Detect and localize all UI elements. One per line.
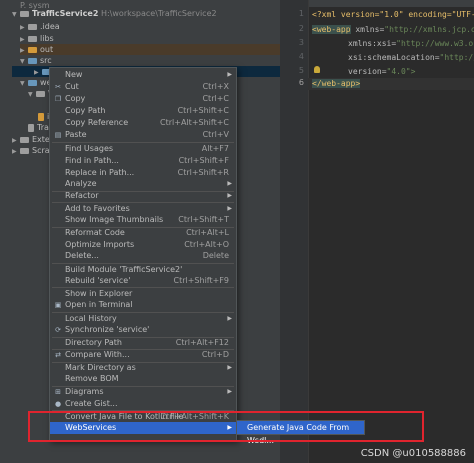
folder-icon [28, 35, 37, 42]
code-line-6: </web-app> [312, 79, 361, 88]
line-number: 6 [298, 78, 304, 87]
tree-item-src[interactable]: ▼ src [20, 55, 52, 66]
library-icon [20, 136, 29, 143]
line-number: 2 [298, 24, 304, 33]
chevron-down-icon[interactable]: ▼ [12, 9, 20, 20]
menu-item-synchronize[interactable]: ⟳ Synchronize 'service' [50, 324, 236, 336]
menu-item-analyze[interactable]: Analyze ▶ [50, 178, 236, 190]
lightbulb-icon[interactable] [314, 66, 320, 73]
menu-item-copy[interactable]: ❐ Copy Ctrl+C [50, 93, 236, 105]
annotation-highlight-box [28, 411, 424, 442]
file-icon [38, 112, 44, 121]
chevron-right-icon[interactable]: ▶ [12, 146, 20, 157]
menu-item-directory-path[interactable]: Directory Path Ctrl+Alt+F12 [50, 337, 236, 349]
menu-item-paste[interactable]: ▤ Paste Ctrl+V [50, 129, 236, 141]
editor-gutter: 1 2 3 4 5 6 [280, 0, 309, 463]
submenu-arrow-icon: ▶ [227, 71, 232, 78]
line-number: 3 [298, 38, 304, 47]
root-path: H:\workspace\TrafficService2 [100, 9, 217, 18]
scratch-icon [20, 147, 29, 154]
terminal-icon: ▣ [54, 301, 62, 309]
line-number: 4 [298, 52, 304, 61]
menu-item-refactor[interactable]: Refactor ▶ [50, 190, 236, 202]
paste-icon: ▤ [54, 131, 62, 139]
line-number: 5 [298, 66, 304, 75]
folder-icon [28, 46, 37, 53]
menu-item-cut[interactable]: ✂ Cut Ctrl+X [50, 81, 236, 93]
submenu-arrow-icon: ▶ [227, 192, 232, 199]
code-line-1: <?xml version="1.0" encoding="UTF-8"?> [312, 10, 474, 19]
menu-item-delete[interactable]: Delete... Delete [50, 250, 236, 262]
tree-row-root[interactable]: ▼ TrafficService2 H:\workspace\TrafficSer… [12, 8, 217, 19]
menu-item-copy-reference[interactable]: Copy Reference Ctrl+Alt+Shift+C [50, 117, 236, 129]
github-icon: ● [54, 400, 62, 408]
chevron-down-icon[interactable]: ▼ [28, 89, 36, 100]
chevron-right-icon[interactable]: ▶ [20, 22, 28, 33]
menu-item-diagrams[interactable]: ⊞ Diagrams ▶ [50, 386, 236, 398]
menu-item-compare-with[interactable]: ⇄ Compare With... Ctrl+D [50, 349, 236, 361]
copy-icon: ❐ [54, 95, 62, 103]
chevron-down-icon[interactable]: ▼ [20, 78, 28, 89]
menu-item-copy-path[interactable]: Copy Path Ctrl+Shift+C [50, 105, 236, 117]
module-folder-icon [20, 10, 29, 17]
tree-item-idea[interactable]: ▶ .idea [20, 21, 60, 32]
submenu-arrow-icon: ▶ [227, 388, 232, 395]
folder-icon [28, 79, 37, 86]
menu-item-reformat-code[interactable]: Reformat Code Ctrl+Alt+L [50, 227, 236, 239]
folder-icon [36, 90, 45, 97]
menu-item-open-in-terminal[interactable]: ▣ Open in Terminal [50, 299, 236, 311]
folder-icon [28, 57, 37, 64]
code-line-4: xsi:schemaLocation="http://x [348, 53, 474, 62]
diagram-icon: ⊞ [55, 388, 61, 396]
menu-item-find-usages[interactable]: Find Usages Alt+F7 [50, 143, 236, 155]
cut-icon: ✂ [55, 83, 61, 91]
watermark: CSDN @u010588886 [360, 448, 466, 459]
folder-icon [28, 23, 37, 30]
compare-icon: ⇄ [55, 351, 61, 359]
menu-item-rebuild[interactable]: Rebuild 'service' Ctrl+Shift+F9 [50, 275, 236, 287]
context-menu: New ▶ ✂ Cut Ctrl+X ❐ Copy Ctrl+C Copy Path Ctr… [49, 67, 237, 441]
tree-item-libs[interactable]: ▶ libs [20, 33, 54, 44]
menu-item-remove-bom[interactable]: Remove BOM [50, 373, 236, 385]
code-line-2: <web-app xmlns="http://xmlns.jcp.org/ [312, 25, 474, 34]
menu-item-create-gist[interactable]: ● Create Gist... [50, 398, 236, 410]
line-number: 1 [298, 9, 304, 18]
sync-icon: ⟳ [55, 326, 61, 334]
editor-tab-strip [308, 0, 474, 7]
submenu-arrow-icon: ▶ [227, 180, 232, 187]
menu-item-new[interactable]: New ▶ [50, 69, 236, 81]
code-editor[interactable]: 1 2 3 4 5 6 <?xml version="1.0" encoding… [280, 0, 474, 463]
menu-item-show-image-thumbnails[interactable]: Show Image Thumbnails Ctrl+Shift+T [50, 214, 236, 226]
file-icon [28, 123, 34, 132]
tree-item-out[interactable]: ▶ out [20, 44, 280, 55]
code-line-3: xmlns:xsi="http://www.w3.org [348, 39, 474, 48]
code-line-5: version="4.0"> [348, 67, 416, 76]
root-name: TrafficService2 [32, 9, 99, 18]
menu-item-find-in-path[interactable]: Find in Path... Ctrl+Shift+F [50, 155, 236, 167]
